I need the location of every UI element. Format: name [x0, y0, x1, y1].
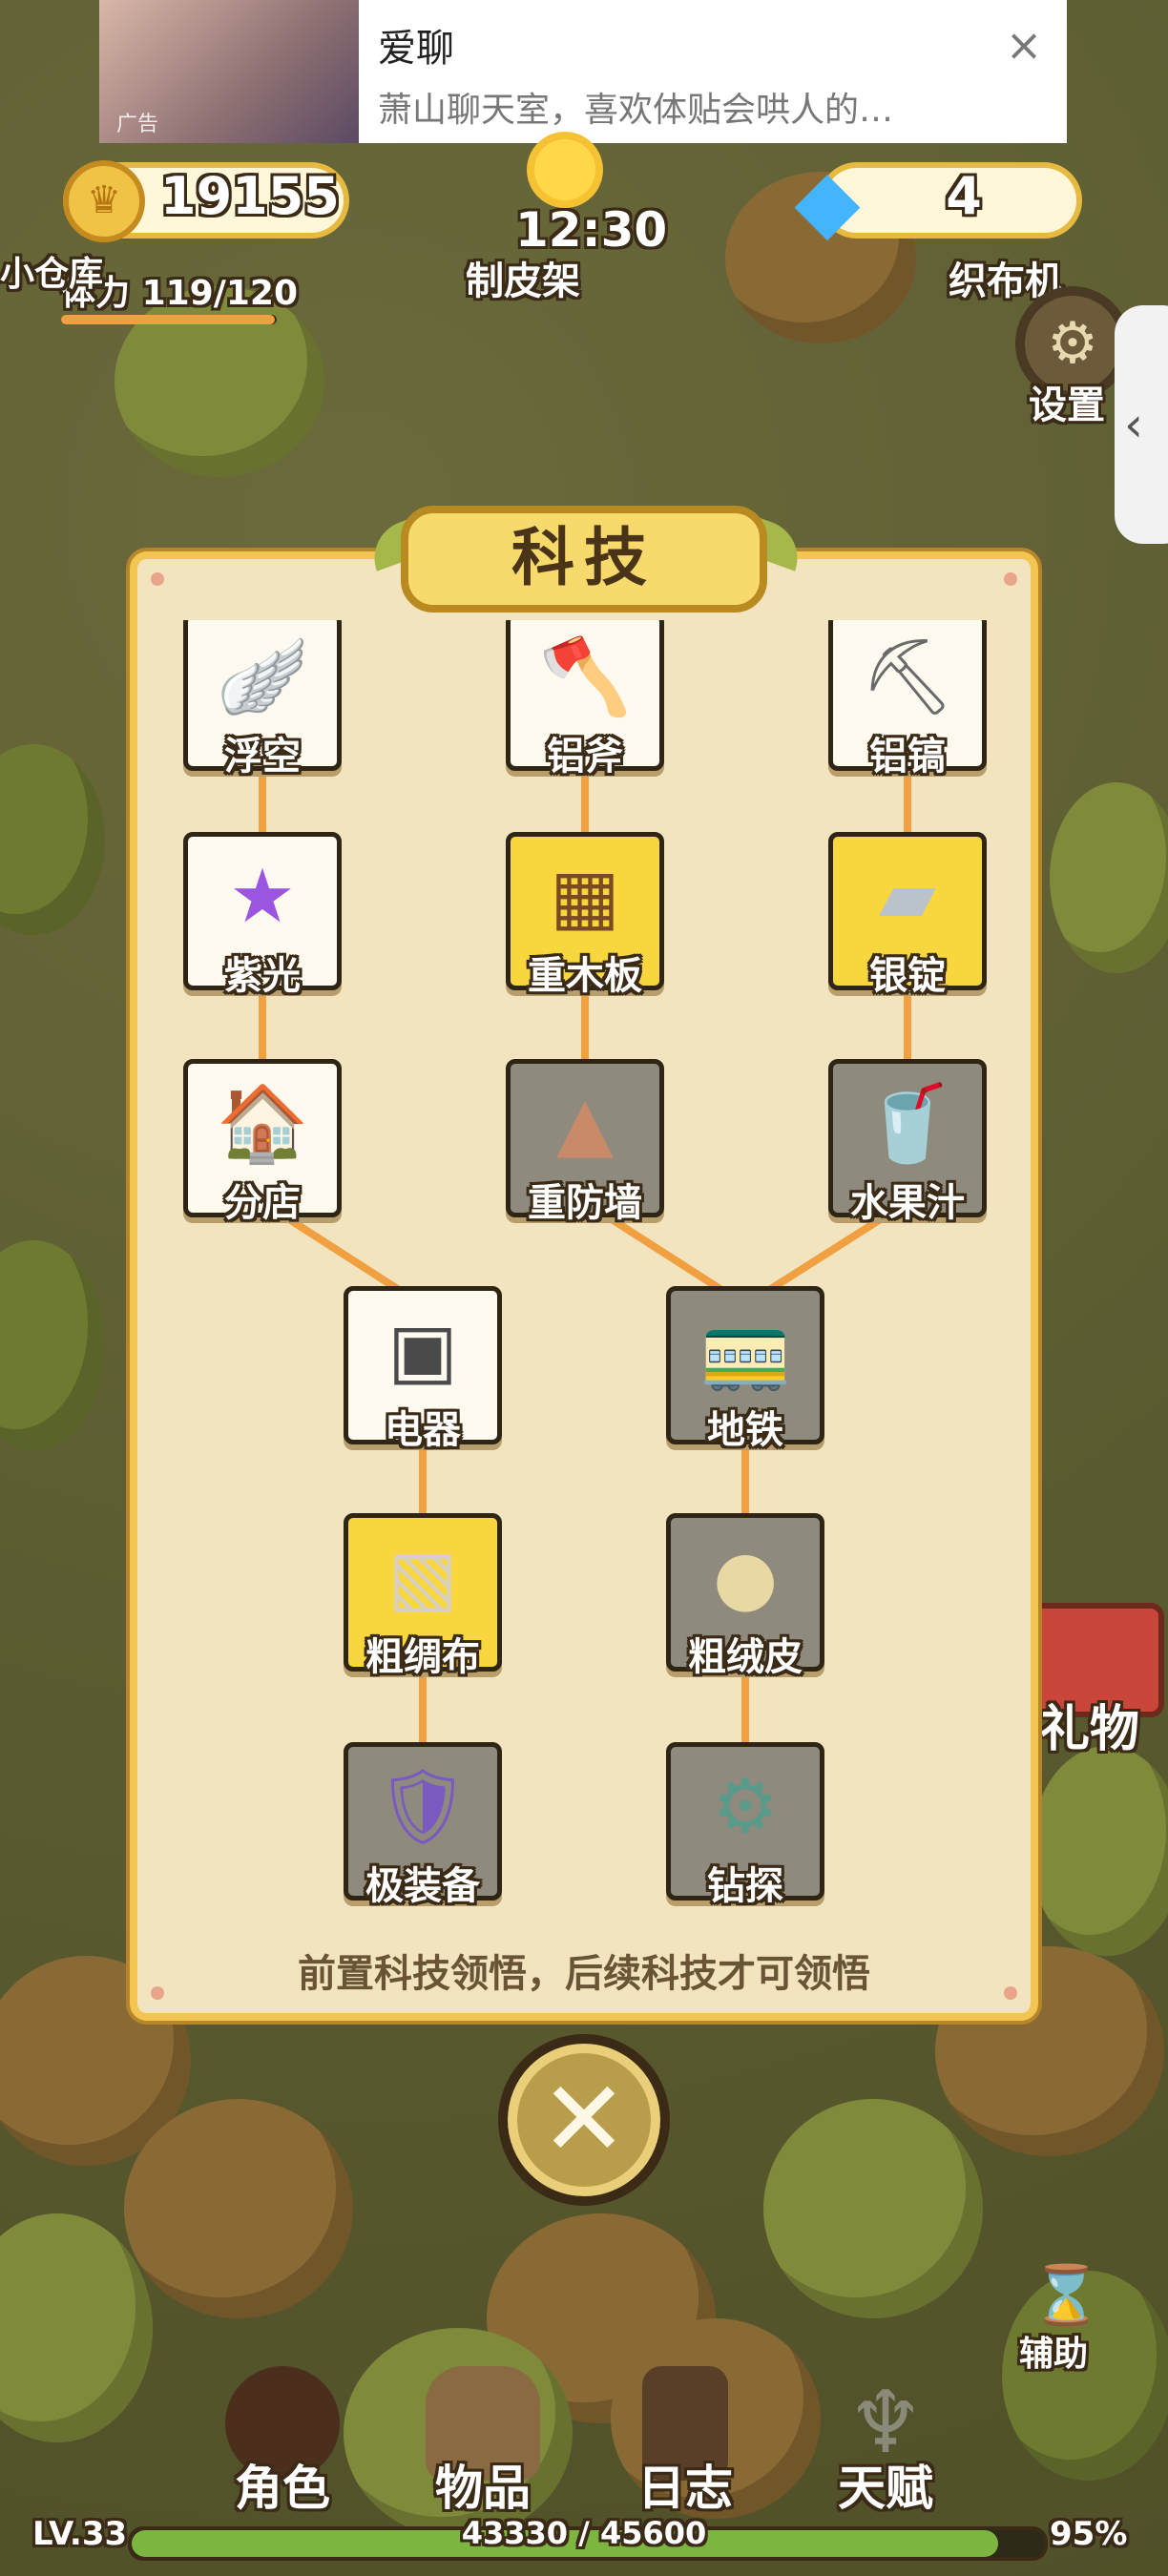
silver-ingot-icon: ▰: [879, 854, 936, 940]
ad-tag: 广告: [116, 113, 159, 136]
nav-character[interactable]: 角色: [197, 2366, 368, 2519]
stamina-value: 119/120: [141, 274, 299, 313]
tech-node-label: 重木板: [528, 954, 642, 998]
tech-node-label: 铝镐: [869, 735, 946, 779]
gem-value: 4: [946, 166, 982, 226]
wooden-crate-icon: ▦: [550, 854, 620, 940]
pickaxe-icon: ⛏: [860, 634, 955, 720]
ad-title: 爱聊: [378, 27, 454, 71]
tree: [763, 2099, 983, 2318]
purple-star-icon: ★: [229, 854, 296, 940]
tech-node-label: 水果汁: [850, 1181, 965, 1225]
side-drawer-toggle[interactable]: ‹: [1115, 305, 1168, 544]
tech-node-label: 粗绸布: [365, 1635, 480, 1679]
helper-label[interactable]: 辅助: [1019, 2326, 1088, 2376]
ad-thumbnail: 广告: [99, 0, 359, 143]
stamina-fill: [61, 315, 275, 324]
close-icon[interactable]: ×: [1000, 21, 1048, 69]
coin-value: 19155: [160, 166, 340, 226]
tech-node-label: 浮空: [224, 735, 301, 779]
axe-icon: 🪓: [538, 634, 632, 720]
nav-character-label: 角色: [235, 2461, 330, 2516]
sun-icon: [534, 139, 595, 200]
nav-journal[interactable]: 日志: [599, 2366, 771, 2519]
tech-node-label: 电器: [385, 1408, 461, 1452]
tech-node-label: 铝斧: [547, 735, 623, 779]
subway-icon: 🚃: [699, 1308, 792, 1394]
gift-label: 礼物: [1040, 1701, 1140, 1758]
tech-node-label: 钻探: [707, 1864, 783, 1908]
tech-links: [259, 756, 911, 1761]
warehouse-label: 小仓库: [0, 255, 104, 294]
tech-node-label: 紫光: [224, 954, 301, 998]
fur-icon: ●: [712, 1535, 779, 1621]
xp-value: 43330 / 45600: [461, 2515, 707, 2551]
silk-cloth-icon: ▧: [387, 1535, 458, 1621]
ad-banner[interactable]: 广告 爱聊 萧山聊天室，喜欢体贴会哄人的… ×: [99, 0, 1067, 143]
ad-description: 萧山聊天室，喜欢体贴会哄人的…: [378, 91, 894, 130]
settings-label[interactable]: 设置: [1029, 374, 1105, 429]
tree: [124, 2099, 353, 2318]
shop-icon: 🏠: [216, 1081, 309, 1167]
tanner-label: 制皮架: [466, 260, 580, 303]
diamond-icon: ◆: [794, 151, 861, 251]
nav-items-label: 物品: [435, 2461, 531, 2516]
stamina-bar: [61, 315, 277, 324]
tech-node-label: 地铁: [707, 1408, 783, 1452]
tech-node-label: 重防墙: [528, 1181, 642, 1225]
tech-node-label: 银锭: [869, 954, 946, 998]
nav-talent-label: 天赋: [838, 2461, 933, 2516]
spike-wall-icon: ▲: [556, 1081, 614, 1167]
panel-title: 科技: [401, 506, 767, 613]
nav-items[interactable]: 物品: [397, 2366, 569, 2519]
xp-percent: 95%: [1050, 2515, 1128, 2553]
tech-node-label: 粗绒皮: [688, 1635, 803, 1679]
hourglass-icon[interactable]: ⌛: [1031, 2261, 1102, 2329]
drill-icon: ⚙: [712, 1764, 779, 1850]
equipment-icon: 🛡: [375, 1764, 470, 1850]
tech-node-label: 分店: [224, 1181, 301, 1225]
chevron-left-icon: ‹: [1124, 397, 1143, 452]
tech-tree[interactable]: 🪽 浮空 🪓 铝斧 ⛏ 铝镐 ★ 紫光 ▦ 重木板 ▰ 银锭 🏠 分店 ▲ 重防墙 🥤 水果汁 ▣ 电器 🚃 地铁 ▧ 粗绸布…: [143, 620, 1025, 1914]
nav-journal-label: 日志: [637, 2461, 733, 2516]
appliance-icon: ▣: [387, 1308, 458, 1394]
nav-talent[interactable]: ♆ 天赋: [800, 2366, 971, 2519]
tech-node-label: 极装备: [365, 1864, 480, 1908]
panel-corner-dot: [151, 572, 164, 586]
juice-icon: 🥤: [861, 1081, 954, 1167]
player-level: LV.33: [32, 2515, 128, 2553]
panel-corner-dot: [1004, 572, 1017, 586]
wing-icon: 🪽: [216, 634, 309, 720]
coin-icon: ♛: [63, 160, 145, 242]
close-button[interactable]: ✕: [498, 2034, 670, 2206]
panel-hint: 前置科技领悟，后续科技才可领悟: [298, 1952, 870, 1996]
